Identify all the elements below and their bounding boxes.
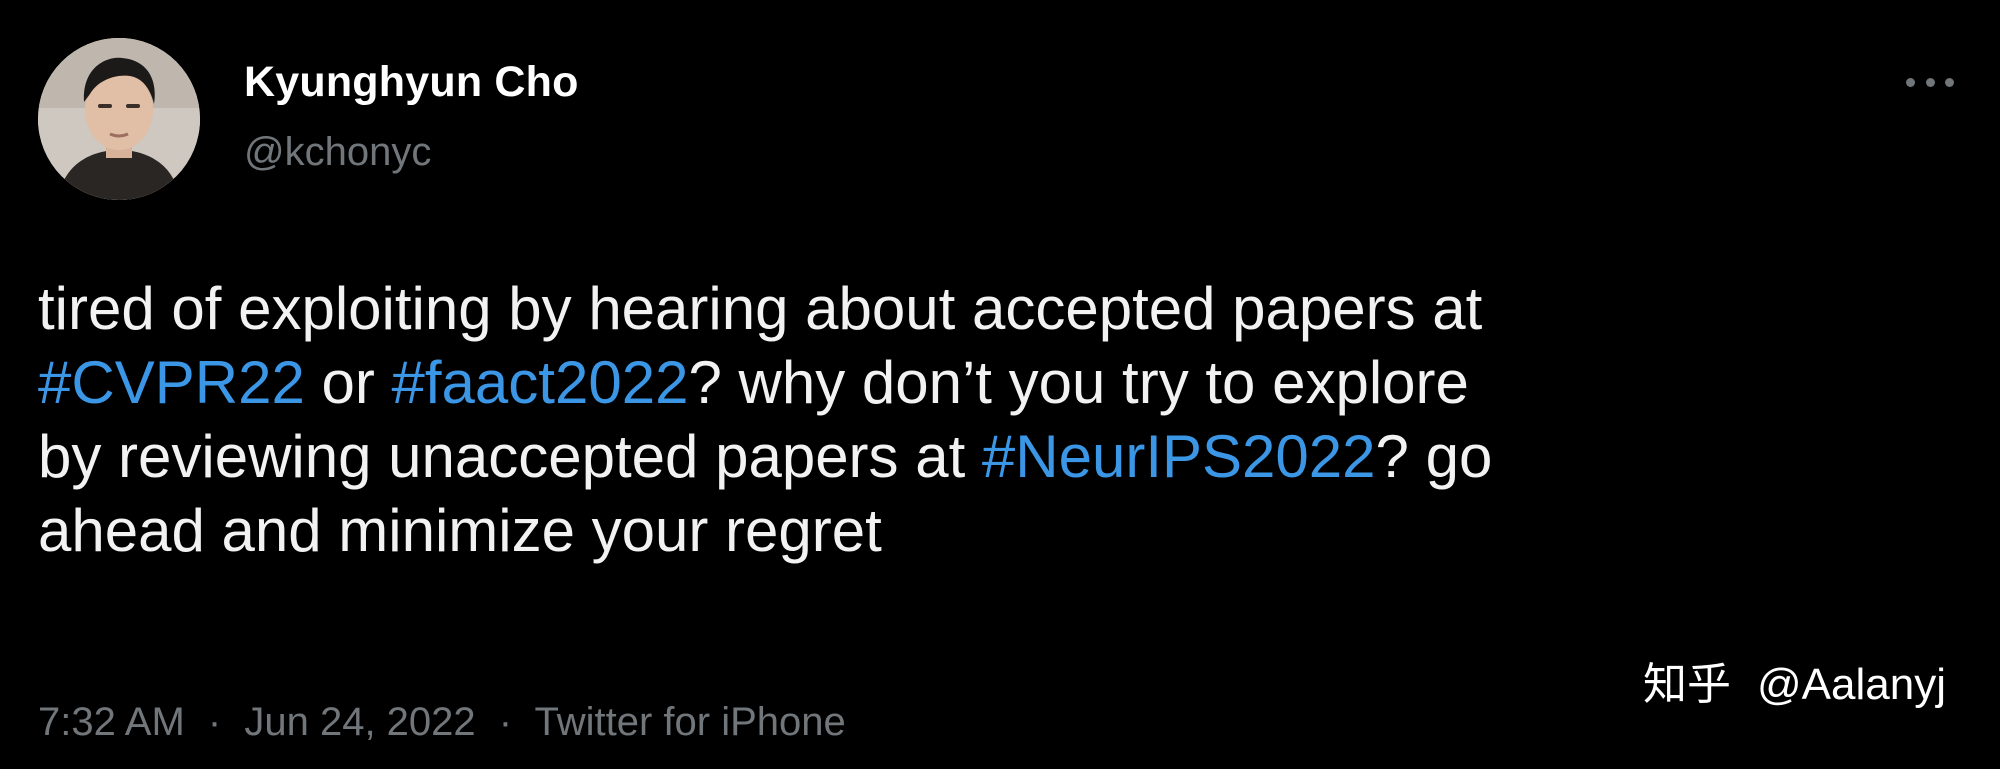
author-handle[interactable]: @kchonyc (244, 130, 431, 175)
tweet-text-segment: tired of exploiting by hearing about acc… (38, 275, 1483, 342)
tweet-line: by reviewing unaccepted papers at #NeurI… (38, 420, 1978, 494)
tweet-line: #CVPR22 or #faact2022? why don’t you try… (38, 346, 1978, 420)
tweet-line: tired of exploiting by hearing about acc… (38, 272, 1978, 346)
tweet-text-segment: ? why don’t you try to explore (688, 349, 1469, 416)
hashtag-link[interactable]: #CVPR22 (38, 349, 305, 416)
tweet-line: ahead and minimize your regret (38, 494, 1978, 568)
meta-separator: · (207, 700, 222, 744)
more-options-button[interactable] (1900, 62, 1960, 102)
meta-separator: · (498, 700, 513, 744)
tweet-text-segment: ? go (1375, 423, 1493, 490)
more-horizontal-icon-dot (1925, 77, 1935, 87)
tweet-text: tired of exploiting by hearing about acc… (38, 272, 1978, 568)
avatar-photo (38, 38, 200, 200)
hashtag-link[interactable]: #faact2022 (392, 349, 689, 416)
avatar[interactable] (38, 38, 200, 200)
tweet-text-segment: by reviewing unaccepted papers at (38, 423, 982, 490)
author-display-name[interactable]: Kyunghyun Cho (244, 58, 579, 107)
tweet-text-segment: ahead and minimize your regret (38, 497, 882, 564)
more-horizontal-icon-dot (1945, 77, 1954, 87)
watermark-site: 知乎 (1643, 660, 1732, 709)
watermark: 知乎 @Aalanyj (1643, 648, 1946, 712)
tweet-meta: 7:32 AM · Jun 24, 2022 · Twitter for iPh… (38, 700, 846, 745)
tweet-time[interactable]: 7:32 AM (38, 700, 185, 744)
tweet-source[interactable]: Twitter for iPhone (535, 700, 846, 744)
tweet-card: Kyunghyun Cho @kchonyc tired of exploiti… (0, 0, 2000, 769)
tweet-text-segment: or (304, 349, 392, 416)
watermark-user: @Aalanyj (1757, 660, 1946, 709)
hashtag-link[interactable]: #NeurIPS2022 (982, 423, 1376, 490)
more-horizontal-icon (1906, 77, 1915, 87)
tweet-date[interactable]: Jun 24, 2022 (244, 700, 475, 744)
